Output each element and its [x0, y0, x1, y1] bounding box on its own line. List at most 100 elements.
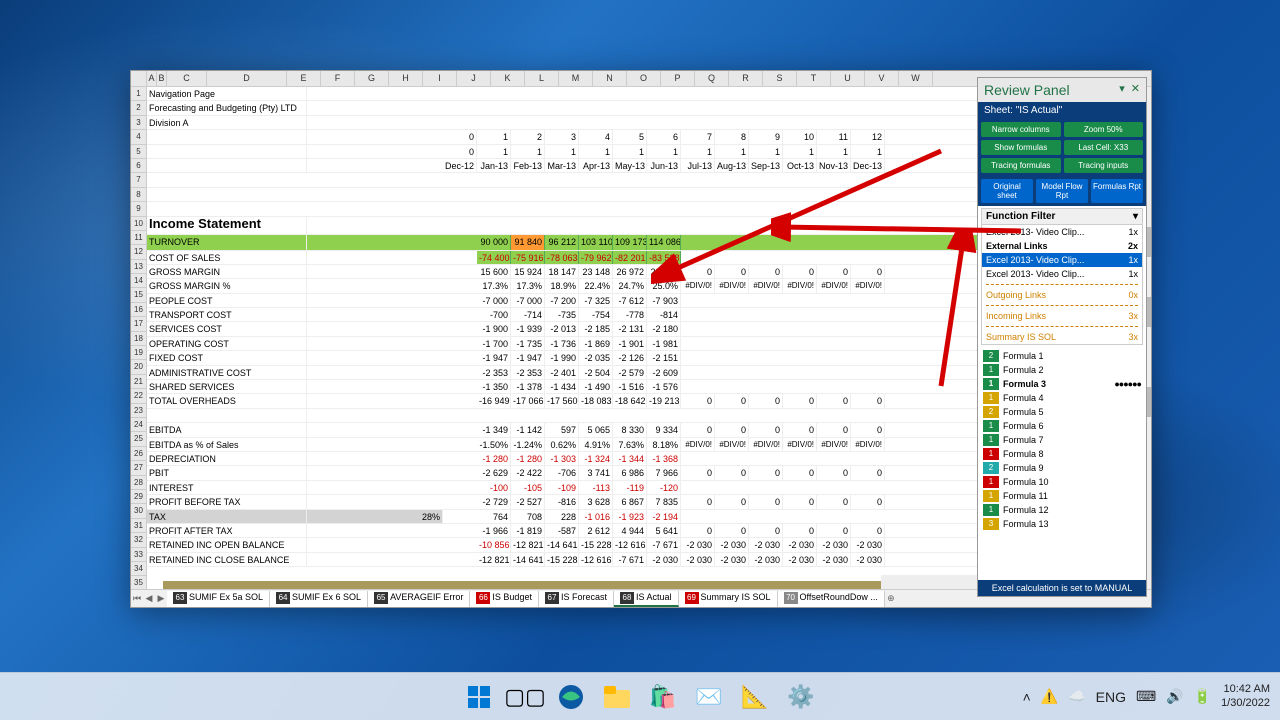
- row-27[interactable]: 27: [131, 461, 146, 475]
- function-filter-heading[interactable]: Function Filter▾: [982, 209, 1142, 225]
- col-J[interactable]: J: [457, 71, 491, 86]
- start-icon[interactable]: [459, 677, 499, 717]
- row-30[interactable]: 30: [131, 504, 146, 518]
- row-23[interactable]: 23: [131, 404, 146, 418]
- row-21[interactable]: 21: [131, 375, 146, 389]
- tab-add-icon[interactable]: ⊕: [885, 593, 897, 604]
- col-O[interactable]: O: [627, 71, 661, 86]
- external-links-heading[interactable]: External Links2x: [982, 239, 1142, 253]
- close-icon[interactable]: ✕: [1131, 82, 1140, 98]
- tray-chevron-icon[interactable]: ˄: [1023, 689, 1031, 705]
- sheet-tab[interactable]: 70OffsetRoundDow ...: [778, 591, 885, 607]
- outgoing-links[interactable]: Outgoing Links0x: [982, 288, 1142, 302]
- summary-link[interactable]: Summary IS SOL3x: [982, 330, 1142, 344]
- formula-item[interactable]: 2Formula 1: [981, 349, 1143, 363]
- col-I[interactable]: I: [423, 71, 457, 86]
- edge-icon[interactable]: [551, 677, 591, 717]
- dropdown-icon[interactable]: ▾: [1119, 82, 1125, 98]
- settings-icon[interactable]: ⚙️: [781, 677, 821, 717]
- row-29[interactable]: 29: [131, 490, 146, 504]
- formula-item[interactable]: 1Formula 4: [981, 391, 1143, 405]
- formula-item[interactable]: 3Formula 13: [981, 517, 1143, 531]
- show-formulas-button[interactable]: Show formulas: [981, 140, 1061, 155]
- row-26[interactable]: 26: [131, 447, 146, 461]
- col-S[interactable]: S: [763, 71, 797, 86]
- warning-icon[interactable]: ⚠️: [1041, 688, 1058, 705]
- onedrive-icon[interactable]: ☁️: [1068, 688, 1085, 705]
- last-cell-button[interactable]: Last Cell: X33: [1064, 140, 1144, 155]
- tab-next-icon[interactable]: ▶: [155, 593, 167, 604]
- formula-item[interactable]: 1Formula 8: [981, 447, 1143, 461]
- col-F[interactable]: F: [321, 71, 355, 86]
- sheet-tab[interactable]: 63SUMIF Ex 5a SOL: [167, 591, 270, 607]
- sheet-tab[interactable]: 66IS Budget: [470, 591, 539, 607]
- row-10[interactable]: 10: [131, 217, 146, 231]
- tab-first-icon[interactable]: ⏮: [131, 593, 143, 604]
- row-4[interactable]: 4: [131, 130, 146, 144]
- clock[interactable]: 10:42 AM 1/30/2022: [1221, 683, 1270, 709]
- row-31[interactable]: 31: [131, 519, 146, 533]
- keyboard-icon[interactable]: ⌨: [1136, 688, 1156, 705]
- col-N[interactable]: N: [593, 71, 627, 86]
- col-H[interactable]: H: [389, 71, 423, 86]
- row-3[interactable]: 3: [131, 116, 146, 130]
- tracing-inputs-button[interactable]: Tracing inputs: [1064, 158, 1144, 173]
- row-5[interactable]: 5: [131, 145, 146, 159]
- zoom-button[interactable]: Zoom 50%: [1064, 122, 1144, 137]
- row-33[interactable]: 33: [131, 548, 146, 562]
- ext-link-item-selected[interactable]: Excel 2013- Video Clip...1x: [982, 253, 1142, 267]
- col-R[interactable]: R: [729, 71, 763, 86]
- incoming-links[interactable]: Incoming Links3x: [982, 309, 1142, 323]
- col-B[interactable]: B: [157, 71, 167, 86]
- row-17[interactable]: 17: [131, 317, 146, 331]
- formula-item[interactable]: 1Formula 12: [981, 503, 1143, 517]
- row-18[interactable]: 18: [131, 332, 146, 346]
- narrow-columns-button[interactable]: Narrow columns: [981, 122, 1061, 137]
- col-A[interactable]: A: [147, 71, 157, 86]
- sheet-tab[interactable]: 67IS Forecast: [539, 591, 614, 607]
- formula-item[interactable]: 2Formula 9: [981, 461, 1143, 475]
- row-9[interactable]: 9: [131, 202, 146, 216]
- row-16[interactable]: 16: [131, 303, 146, 317]
- row-1[interactable]: 1: [131, 87, 146, 101]
- explorer-icon[interactable]: [597, 677, 637, 717]
- row-25[interactable]: 25: [131, 432, 146, 446]
- sheet-tab[interactable]: 69Summary IS SOL: [679, 591, 778, 607]
- sheet-tab[interactable]: 64SUMIF Ex 6 SOL: [270, 591, 368, 607]
- col-P[interactable]: P: [661, 71, 695, 86]
- row-7[interactable]: 7: [131, 173, 146, 187]
- sheet-tab[interactable]: 65AVERAGEIF Error: [368, 591, 470, 607]
- formula-item[interactable]: 1Formula 2: [981, 363, 1143, 377]
- lang-indicator[interactable]: ENG: [1096, 689, 1126, 705]
- col-T[interactable]: T: [797, 71, 831, 86]
- model-flow-button[interactable]: Model Flow Rpt: [1036, 179, 1088, 203]
- col-U[interactable]: U: [831, 71, 865, 86]
- row-22[interactable]: 22: [131, 389, 146, 403]
- battery-icon[interactable]: 🔋: [1194, 688, 1211, 705]
- ext-link-item[interactable]: Excel 2013- Video Clip...1x: [982, 267, 1142, 281]
- col-Q[interactable]: Q: [695, 71, 729, 86]
- row-24[interactable]: 24: [131, 418, 146, 432]
- formula-item[interactable]: 2Formula 5: [981, 405, 1143, 419]
- row-32[interactable]: 32: [131, 533, 146, 547]
- filter-item[interactable]: Excel 2013- Video Clip...1x: [982, 225, 1142, 239]
- row-34[interactable]: 34: [131, 562, 146, 576]
- row-13[interactable]: 13: [131, 260, 146, 274]
- row-28[interactable]: 28: [131, 476, 146, 490]
- col-D[interactable]: D: [207, 71, 287, 86]
- row-20[interactable]: 20: [131, 360, 146, 374]
- tracing-formulas-button[interactable]: Tracing formulas: [981, 158, 1061, 173]
- formulas-rpt-button[interactable]: Formulas Rpt: [1091, 179, 1143, 203]
- col-K[interactable]: K: [491, 71, 525, 86]
- app-icon[interactable]: 📐: [735, 677, 775, 717]
- col-L[interactable]: L: [525, 71, 559, 86]
- row-8[interactable]: 8: [131, 188, 146, 202]
- row-2[interactable]: 2: [131, 101, 146, 115]
- formula-item[interactable]: 1Formula 6: [981, 419, 1143, 433]
- row-6[interactable]: 6: [131, 159, 146, 173]
- volume-icon[interactable]: 🔊: [1166, 688, 1183, 705]
- formula-item[interactable]: 1Formula 7: [981, 433, 1143, 447]
- row-14[interactable]: 14: [131, 274, 146, 288]
- col-E[interactable]: E: [287, 71, 321, 86]
- formula-item[interactable]: 1Formula 10: [981, 475, 1143, 489]
